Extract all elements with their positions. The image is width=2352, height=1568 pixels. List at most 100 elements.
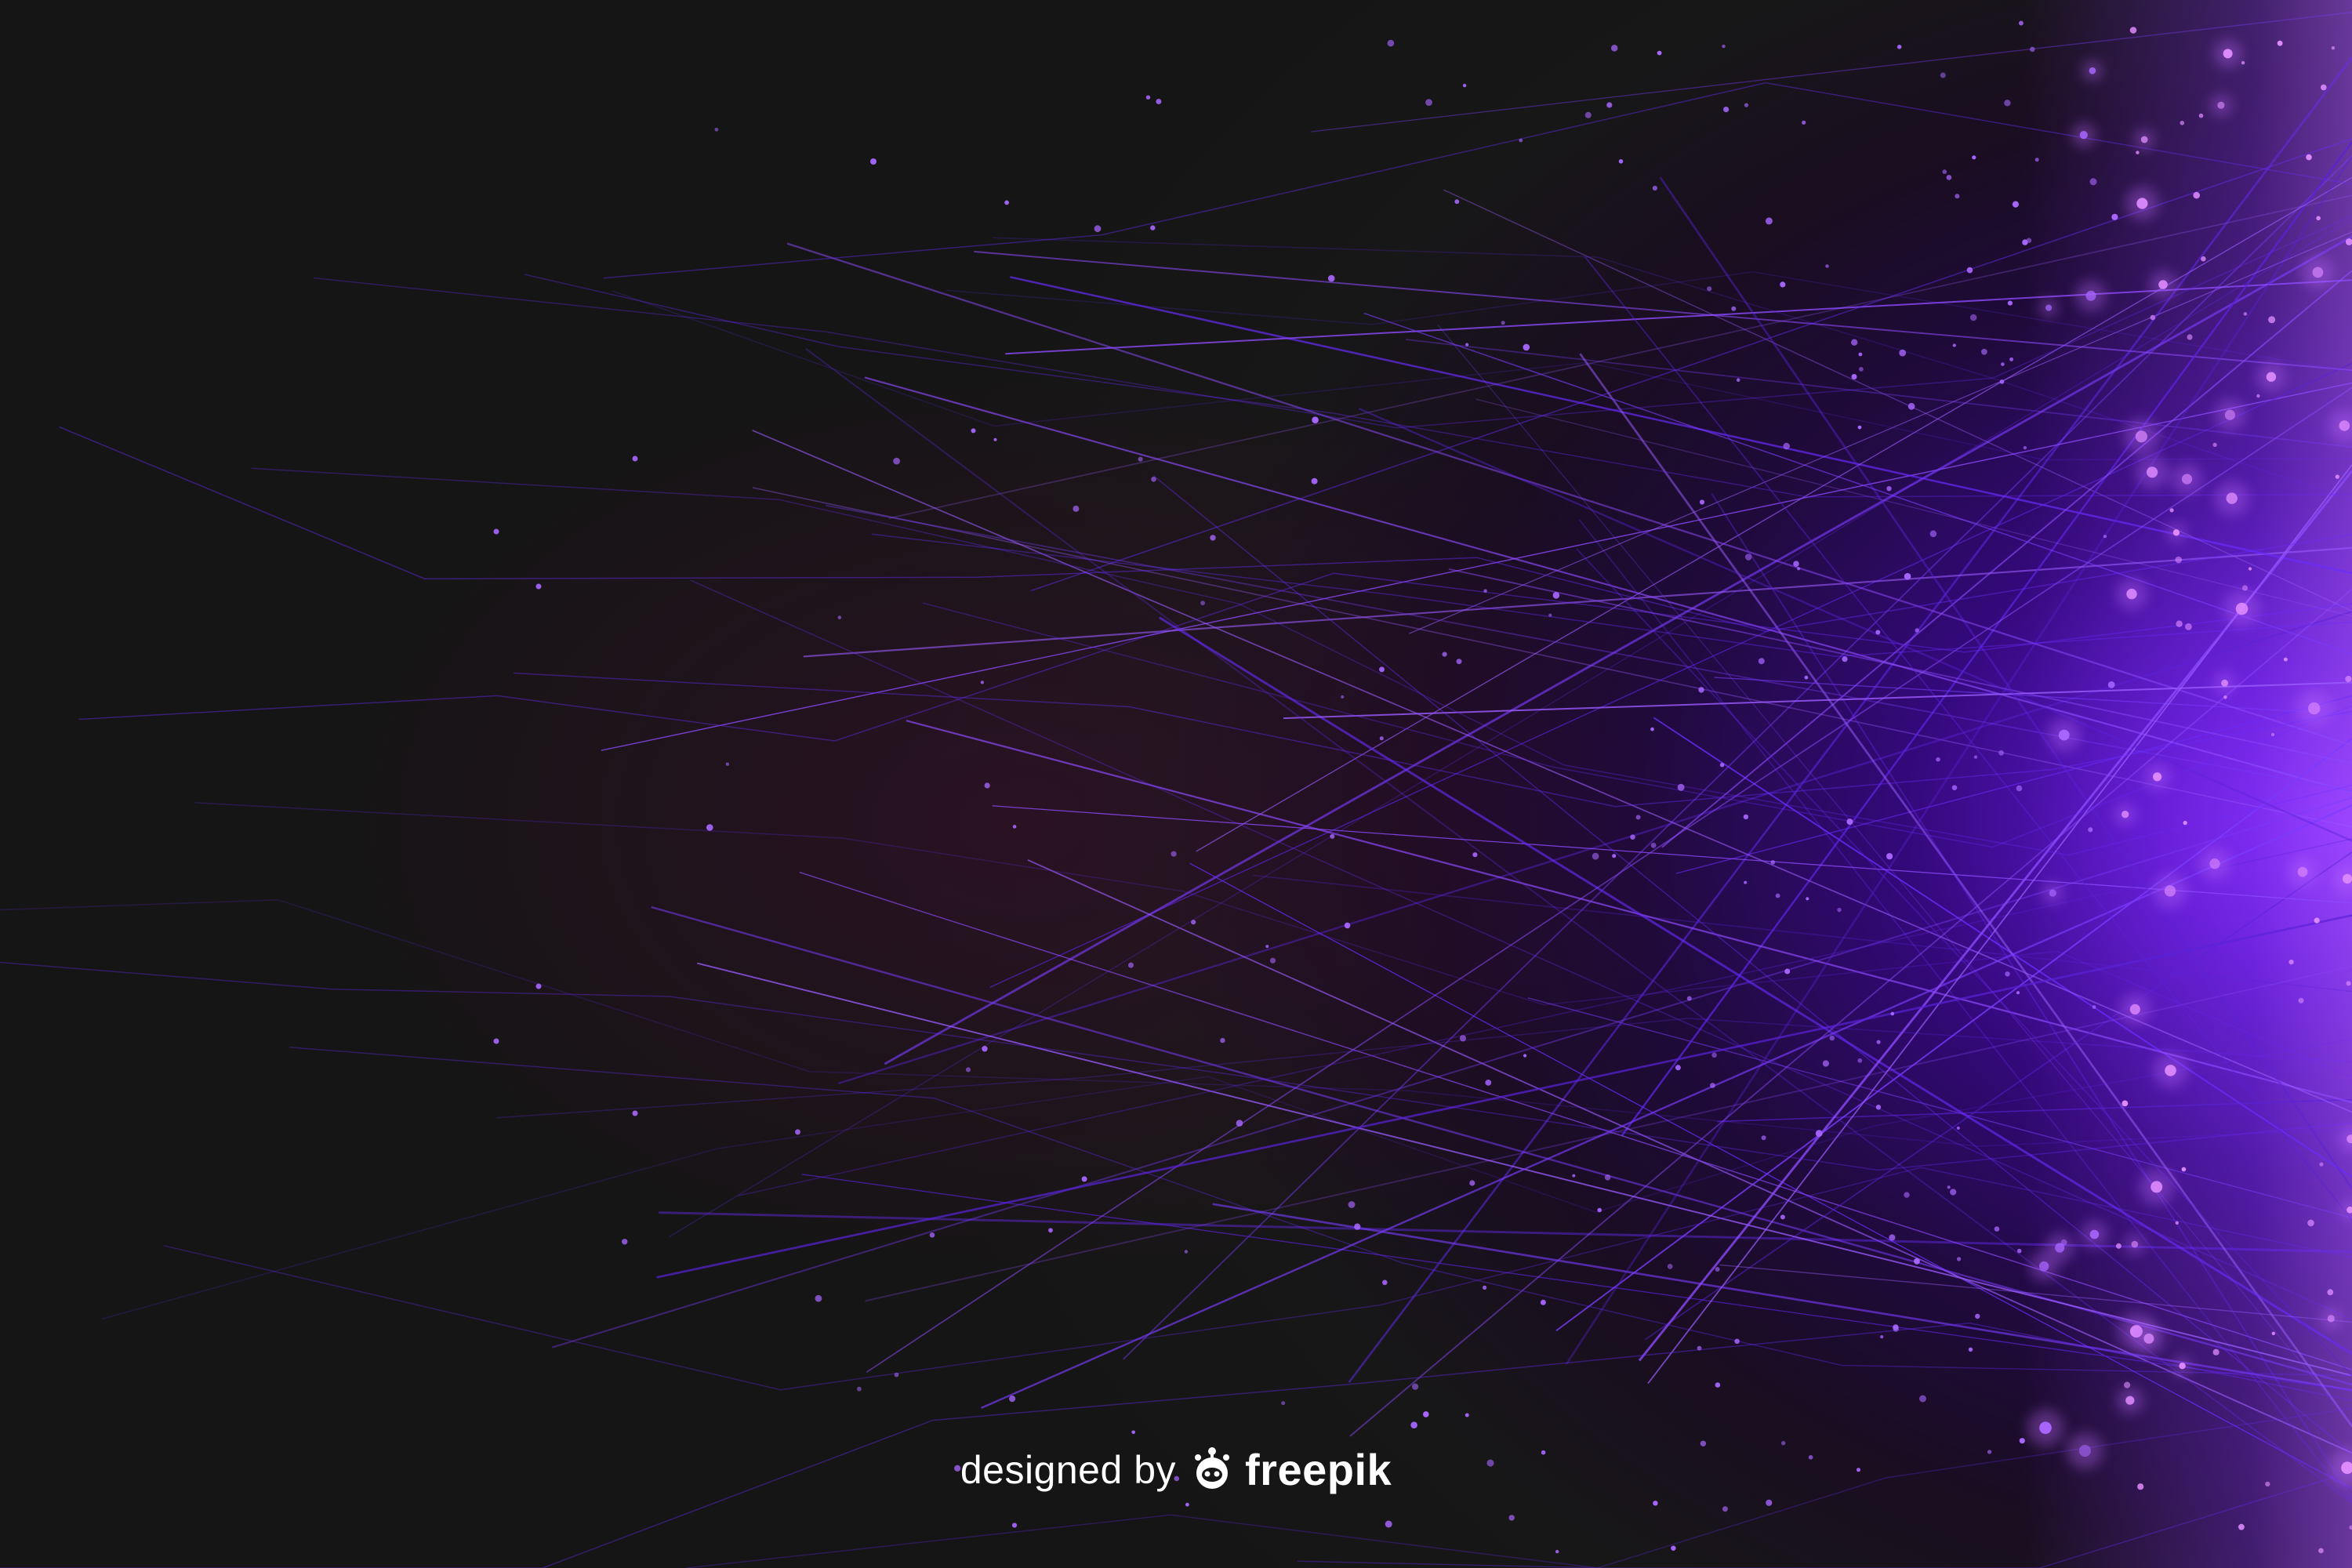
glow-particle — [2122, 1100, 2129, 1107]
glow-particle — [2172, 529, 2180, 536]
glow-particle — [1744, 554, 1752, 561]
glow-particle — [493, 1038, 499, 1044]
glow-particle — [1009, 1396, 1016, 1403]
glow-particle — [1875, 630, 1881, 635]
glow-particle — [1766, 1499, 1773, 1506]
glow-particle — [1999, 379, 2005, 384]
glow-particle — [1837, 907, 1842, 913]
glow-particle — [929, 1232, 935, 1238]
glow-particle — [1968, 1347, 1973, 1352]
glow-particle — [1327, 274, 1335, 282]
glow-particle — [535, 983, 542, 989]
glow-particle — [1459, 1035, 1467, 1042]
glow-particle — [2345, 675, 2352, 683]
glow-particle — [1829, 1035, 1835, 1041]
glow-particle — [1998, 750, 2005, 756]
glow-particle — [984, 782, 990, 789]
laser-line — [668, 218, 2352, 1238]
glow-particle — [1454, 199, 1460, 205]
glow-particle — [1744, 103, 1749, 107]
glow-particle — [1210, 535, 1216, 541]
glow-particle — [2058, 729, 2070, 741]
glow-particle — [2238, 1523, 2245, 1530]
glow-particle — [2023, 445, 2027, 450]
glow-particle — [1994, 1226, 2000, 1232]
glow-particle — [1412, 1383, 1419, 1390]
glow-particle — [2181, 1167, 2187, 1172]
glow-particle — [1610, 45, 1618, 52]
glow-particle — [2212, 442, 2217, 448]
glow-particle — [2004, 100, 2011, 107]
glow-particle — [2198, 113, 2204, 118]
trace-line — [101, 1038, 2352, 1320]
glow-particle — [1822, 1060, 1829, 1067]
glow-particle — [2136, 151, 2140, 154]
glow-particle — [1973, 755, 1978, 759]
glow-particle — [965, 1067, 971, 1073]
glow-particle — [2241, 585, 2249, 591]
trace-line — [59, 426, 2352, 633]
glow-particle — [2088, 827, 2093, 833]
glow-particle — [971, 428, 976, 434]
glow-particle — [1612, 854, 1617, 858]
glow-particle — [2126, 588, 2137, 600]
glow-particle — [2016, 785, 2023, 792]
glow-particle — [1915, 628, 1919, 633]
laser-line — [1409, 231, 2352, 634]
glow-particle — [1379, 736, 1384, 741]
trace-line — [163, 1167, 2352, 1391]
glow-particle — [2129, 1004, 2140, 1014]
glow-particle — [2124, 1381, 2131, 1388]
glow-particle — [1707, 286, 1712, 292]
glow-particle — [1312, 416, 1319, 423]
laser-line — [1005, 279, 2352, 355]
glow-particle — [2209, 858, 2220, 869]
glow-particle — [2288, 960, 2294, 965]
glow-particle — [1919, 1395, 1926, 1403]
glow-particle — [2217, 101, 2225, 109]
glow-particle — [1780, 281, 1786, 288]
glow-particle — [2283, 657, 2288, 662]
glow-particle — [2009, 357, 2014, 361]
glow-particle — [1857, 1058, 1863, 1063]
glow-particle — [2331, 46, 2336, 50]
glow-particle — [1385, 1520, 1392, 1528]
glow-particle — [1048, 1228, 1053, 1233]
glow-particle — [1936, 757, 1940, 762]
glow-particle — [2125, 1396, 2135, 1405]
glow-particle — [1775, 893, 1780, 898]
glow-particle — [2158, 280, 2168, 289]
glow-particle — [2140, 136, 2148, 143]
glow-particle — [2039, 1261, 2049, 1272]
glow-particle — [1904, 1192, 1910, 1198]
glow-particle — [2135, 430, 2147, 443]
laser-line — [752, 487, 2352, 828]
glow-particle — [1653, 1501, 1658, 1506]
laser-line — [1659, 176, 2352, 1189]
laser-line — [786, 242, 2352, 746]
glowing-particles — [493, 20, 2352, 1554]
glow-particle — [1456, 659, 1462, 665]
glow-particle — [2055, 1243, 2065, 1253]
glow-particle — [1940, 72, 1946, 78]
glow-particle — [1483, 589, 1487, 593]
glow-particle — [1128, 962, 1134, 968]
glow-particle — [1780, 1214, 1785, 1220]
glow-particle — [1523, 343, 1530, 351]
glow-particle — [1710, 1083, 1715, 1088]
background-canvas: designed by freepik — [0, 0, 2352, 1568]
glow-particle — [1842, 656, 1848, 662]
glow-particle — [1469, 1180, 1475, 1186]
laser-lines — [0, 12, 2352, 1568]
glow-particle — [1592, 852, 1599, 860]
laser-line — [974, 250, 2352, 372]
glow-particle — [1354, 1223, 1361, 1230]
glow-particle — [2277, 40, 2283, 46]
glow-particle — [2321, 84, 2327, 91]
glow-particle — [2318, 1548, 2324, 1554]
glow-particle — [2012, 201, 2019, 208]
glow-particle — [1618, 159, 1624, 164]
glow-particle — [2266, 372, 2277, 382]
glow-particle — [1269, 957, 1276, 964]
glow-particle — [2243, 312, 2248, 316]
